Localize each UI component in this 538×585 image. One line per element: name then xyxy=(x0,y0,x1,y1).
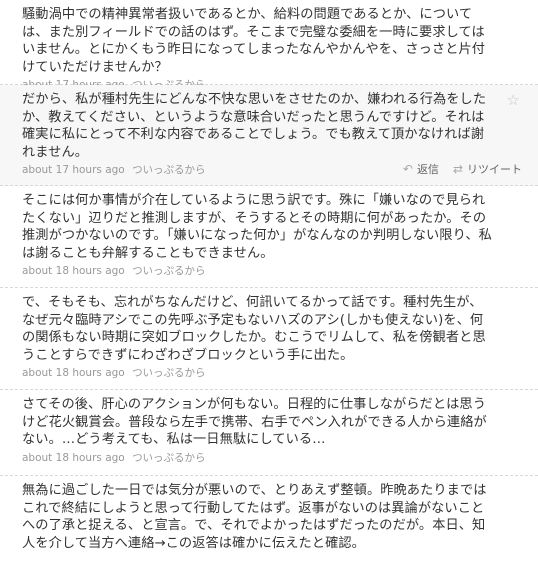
star-icon[interactable]: ☆ xyxy=(507,91,520,109)
tweet-meta: about 18 hours ago ついっぷるから xyxy=(22,366,494,381)
tweet-timestamp[interactable]: about 18 hours ago xyxy=(22,265,125,277)
tweet: だから、私が種村先生にどんな不快な思いをさせたのか、嫌われる行為をしたか、教えて… xyxy=(0,85,538,186)
tweet: 無為に過ごした一日では気分が悪いので、とりあえず整頓。昨晩あたりまではこれで終結… xyxy=(0,476,538,585)
tweet-timestamp[interactable]: about 18 hours ago xyxy=(22,367,125,379)
retweet-button[interactable]: ⇄ リツイート xyxy=(453,161,522,177)
tweet: さてその後、肝心のアクションが何もない。日程的に仕事しながらだとは思うけど花火観… xyxy=(0,390,538,476)
tweet: 騒動渦中での精神異常者扱いであるとか、給料の問題であるとか、については、また別フ… xyxy=(0,0,538,91)
tweet-text: そこには何か事情が介在しているように思う訳です。殊に「嫌いなので見られたくない」… xyxy=(22,193,492,261)
reply-button[interactable]: ↶ 返信 xyxy=(403,161,439,177)
tweet-text: だから、私が種村先生にどんな不快な思いをさせたのか、嫌われる行為をしたか、教えて… xyxy=(22,92,487,160)
tweet: そこには何か事情が介在しているように思う訳です。殊に「嫌いなので見られたくない」… xyxy=(0,186,538,288)
tweet-text: 無為に過ごした一日では気分が悪いので、とりあえず整頓。昨晩あたりまではこれで終結… xyxy=(22,483,487,551)
tweet-source[interactable]: ついっぷるから xyxy=(132,265,206,277)
retweet-icon: ⇄ xyxy=(452,162,463,176)
tweet-text: 騒動渦中での精神異常者扱いであるとか、給料の問題であるとか、については、また別フ… xyxy=(22,7,486,75)
timeline: 騒動渦中での精神異常者扱いであるとか、給料の問題であるとか、については、また別フ… xyxy=(0,0,538,585)
tweet-source[interactable]: ついっぷるから xyxy=(132,452,206,464)
tweet-source[interactable]: ついっぷるから xyxy=(132,164,206,176)
retweet-label: リツイート xyxy=(467,163,522,176)
tweet-source[interactable]: ついっぷるから xyxy=(132,367,206,379)
tweet-text: さてその後、肝心のアクションが何もない。日程的に仕事しながらだとは思うけど花火観… xyxy=(22,397,487,448)
tweet-timestamp[interactable]: about 17 hours ago xyxy=(22,164,125,176)
tweet-meta: about 18 hours ago ついっぷるから xyxy=(22,451,494,466)
tweet-text: で、そもそも、忘れがちなんだけど、何訊いてるかって話です。種村先生が、なぜ元々臨… xyxy=(22,295,486,363)
reply-icon: ↶ xyxy=(402,162,413,176)
tweet-actions: ↶ 返信 ⇄ リツイート xyxy=(403,161,522,177)
tweet-timestamp[interactable]: about 18 hours ago xyxy=(22,452,125,464)
tweet: で、そもそも、忘れがちなんだけど、何訊いてるかって話です。種村先生が、なぜ元々臨… xyxy=(0,288,538,390)
tweet-meta: about 18 hours ago ついっぷるから xyxy=(22,264,494,279)
reply-label: 返信 xyxy=(416,163,439,176)
